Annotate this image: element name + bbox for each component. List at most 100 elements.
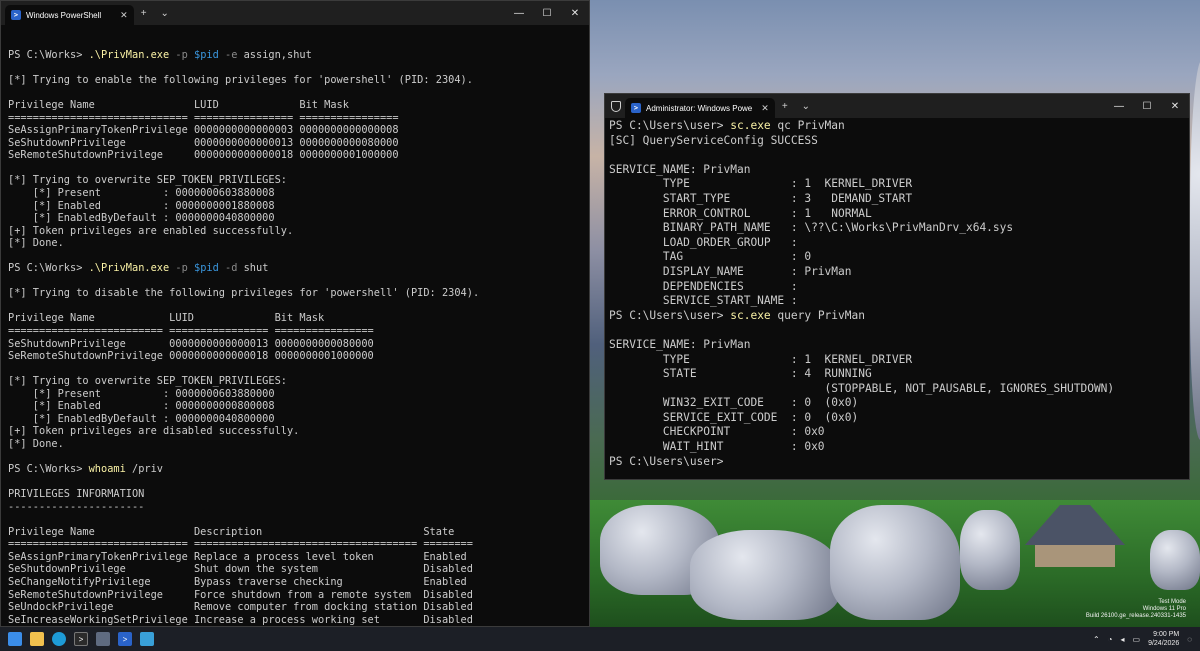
terminal-text: [*] Present : 0000000603880008 bbox=[8, 187, 275, 200]
battery-icon[interactable]: ▭ bbox=[1133, 635, 1141, 644]
terminal-line: ============================= ==========… bbox=[8, 538, 589, 551]
window-titlebar[interactable]: > Windows PowerShell ✕ + ⌄ — ☐ ✕ bbox=[1, 1, 589, 25]
terminal-output[interactable]: PS C:\Users\user> sc.exe qc PrivMan [SC] … bbox=[605, 118, 1189, 469]
powershell-taskbar-icon[interactable]: > bbox=[118, 632, 132, 646]
admin-powershell-window[interactable]: > Administrator: Windows Powe ✕ + ⌄ — ☐ … bbox=[604, 93, 1190, 480]
terminal-icon[interactable]: > bbox=[74, 632, 88, 646]
terminal-line: ========================= ==============… bbox=[8, 325, 589, 338]
terminal-line: STATE : 4 RUNNING bbox=[609, 367, 1189, 382]
terminal-cmd-token: sc.exe bbox=[730, 308, 771, 322]
terminal-text: SeShutdownPrivilege Shut down the system… bbox=[8, 563, 473, 576]
minimize-button[interactable]: — bbox=[1105, 101, 1133, 112]
terminal-text: SeChangeNotifyPrivilege Bypass traverse … bbox=[8, 575, 467, 588]
terminal-text: ============================= ==========… bbox=[8, 111, 399, 124]
terminal-text: PS C:\Users\user> bbox=[609, 308, 731, 322]
terminal-text: TYPE : 1 KERNEL_DRIVER bbox=[609, 177, 913, 191]
terminal-text: SeShutdownPrivilege 0000000000000013 000… bbox=[8, 337, 374, 350]
tab-dropdown-chevron-icon[interactable]: ⌄ bbox=[154, 8, 176, 19]
terminal-text: [*] Enabled : 0000000000800008 bbox=[8, 400, 275, 413]
terminal-param-token: -e bbox=[218, 49, 238, 61]
windows-start-icon[interactable] bbox=[8, 632, 22, 646]
terminal-line: SERVICE_NAME: PrivMan bbox=[609, 338, 1189, 353]
maximize-button[interactable]: ☐ bbox=[1133, 101, 1161, 112]
volume-icon[interactable]: ◂ bbox=[1121, 635, 1125, 644]
terminal-text: Privilege Name LUID Bit Mask bbox=[8, 99, 349, 112]
wallpaper-rock bbox=[960, 510, 1020, 590]
terminal-text: [*] Enabled : 0000000001880008 bbox=[8, 199, 275, 212]
terminal-line: SeAssignPrimaryTokenPrivilege 0000000000… bbox=[8, 124, 589, 137]
terminal-text: [*] Trying to disable the following priv… bbox=[8, 287, 480, 300]
tab-close-icon[interactable]: ✕ bbox=[761, 103, 769, 114]
tab-close-icon[interactable]: ✕ bbox=[120, 10, 128, 21]
new-tab-button[interactable]: + bbox=[775, 101, 795, 112]
terminal-text: WAIT_HINT : 0x0 bbox=[609, 440, 825, 454]
terminal-text: SeShutdownPrivilege 0000000000000013 000… bbox=[8, 136, 399, 149]
terminal-line: START_TYPE : 3 DEMAND_START bbox=[609, 192, 1189, 207]
clock[interactable]: 9:00 PM 9/24/2026 bbox=[1148, 630, 1179, 648]
terminal-text: SeAssignPrimaryTokenPrivilege Replace a … bbox=[8, 550, 467, 563]
powershell-window[interactable]: > Windows PowerShell ✕ + ⌄ — ☐ ✕ PS C:\W… bbox=[0, 0, 590, 627]
terminal-text: shut bbox=[237, 262, 269, 275]
terminal-line: PS C:\Works> .\PrivMan.exe -p $pid -e as… bbox=[8, 49, 589, 62]
terminal-text: DISPLAY_NAME : PrivMan bbox=[609, 264, 852, 278]
terminal-line: ERROR_CONTROL : 1 NORMAL bbox=[609, 207, 1189, 222]
network-icon[interactable]: ◔ bbox=[1108, 635, 1113, 644]
chevron-up-icon[interactable]: ⌃ bbox=[1093, 635, 1100, 644]
file-explorer-icon[interactable] bbox=[30, 632, 44, 646]
terminal-text: TAG : 0 bbox=[609, 250, 812, 264]
new-tab-button[interactable]: + bbox=[134, 8, 154, 19]
terminal-text: START_TYPE : 3 DEMAND_START bbox=[609, 191, 913, 205]
terminal-cmd-token: .\PrivMan.exe bbox=[88, 49, 170, 61]
terminal-text: SeRemoteShutdownPrivilege Force shutdown… bbox=[8, 588, 473, 601]
tab-dropdown-chevron-icon[interactable]: ⌄ bbox=[795, 101, 817, 112]
close-button[interactable]: ✕ bbox=[561, 8, 589, 19]
terminal-output[interactable]: PS C:\Works> .\PrivMan.exe -p $pid -e as… bbox=[1, 25, 589, 626]
terminal-var-token: $pid bbox=[187, 262, 219, 275]
terminal-line: [*] EnabledByDefault : 0000000040800000 bbox=[8, 212, 589, 225]
terminal-text: LOAD_ORDER_GROUP : bbox=[609, 235, 798, 249]
maximize-button[interactable]: ☐ bbox=[533, 8, 561, 19]
terminal-text: ERROR_CONTROL : 1 NORMAL bbox=[609, 206, 872, 220]
terminal-line: SeRemoteShutdownPrivilege 00000000000000… bbox=[8, 149, 589, 162]
tab-title: Windows PowerShell bbox=[26, 10, 102, 20]
terminal-line: WIN32_EXIT_CODE : 0 (0x0) bbox=[609, 396, 1189, 411]
app-icon[interactable] bbox=[140, 632, 154, 646]
house-roof bbox=[1025, 505, 1125, 545]
minimize-button[interactable]: — bbox=[505, 8, 533, 19]
wallpaper-house bbox=[1025, 505, 1125, 567]
close-button[interactable]: ✕ bbox=[1161, 101, 1189, 112]
terminal-text: SERVICE_EXIT_CODE : 0 (0x0) bbox=[609, 410, 859, 424]
terminal-line: [*] Trying to disable the following priv… bbox=[8, 287, 589, 300]
store-icon[interactable] bbox=[96, 632, 110, 646]
terminal-line: ---------------------- bbox=[8, 501, 589, 514]
terminal-text: [*] EnabledByDefault : 0000000040800000 bbox=[8, 412, 275, 425]
notification-bell-icon[interactable]: ◌ bbox=[1187, 635, 1192, 644]
terminal-line: TYPE : 1 KERNEL_DRIVER bbox=[609, 353, 1189, 368]
terminal-line: [*] Present : 0000000603880000 bbox=[8, 388, 589, 401]
terminal-line: SeIncreaseWorkingSetPrivilege Increase a… bbox=[8, 614, 589, 626]
edge-browser-icon[interactable] bbox=[52, 632, 66, 646]
tab-powershell[interactable]: > Windows PowerShell ✕ bbox=[5, 5, 134, 25]
window-titlebar[interactable]: > Administrator: Windows Powe ✕ + ⌄ — ☐ … bbox=[605, 94, 1189, 118]
terminal-text: SERVICE_NAME: PrivMan bbox=[609, 162, 751, 176]
terminal-text: PS C:\Works> bbox=[8, 262, 89, 275]
tab-title: Administrator: Windows Powe bbox=[646, 103, 753, 113]
tab-admin-powershell[interactable]: > Administrator: Windows Powe ✕ bbox=[625, 98, 775, 118]
terminal-text: [*] Trying to enable the following privi… bbox=[8, 74, 473, 87]
clock-date: 9/24/2026 bbox=[1148, 640, 1180, 647]
terminal-text: [+] Token privileges are enabled success… bbox=[8, 224, 294, 237]
terminal-line: DEPENDENCIES : bbox=[609, 280, 1189, 295]
terminal-text: SERVICE_START_NAME : bbox=[609, 294, 798, 308]
terminal-text: Privilege Name Description State bbox=[8, 525, 455, 538]
terminal-line: (STOPPABLE, NOT_PAUSABLE, IGNORES_SHUTDO… bbox=[609, 382, 1189, 397]
terminal-text: [*] EnabledByDefault : 0000000040800000 bbox=[8, 212, 275, 225]
terminal-text: qc PrivMan bbox=[770, 119, 845, 132]
terminal-text: PS C:\Works> bbox=[8, 463, 89, 476]
terminal-line: SeUndockPrivilege Remove computer from d… bbox=[8, 601, 589, 614]
terminal-line: WAIT_HINT : 0x0 bbox=[609, 440, 1189, 455]
